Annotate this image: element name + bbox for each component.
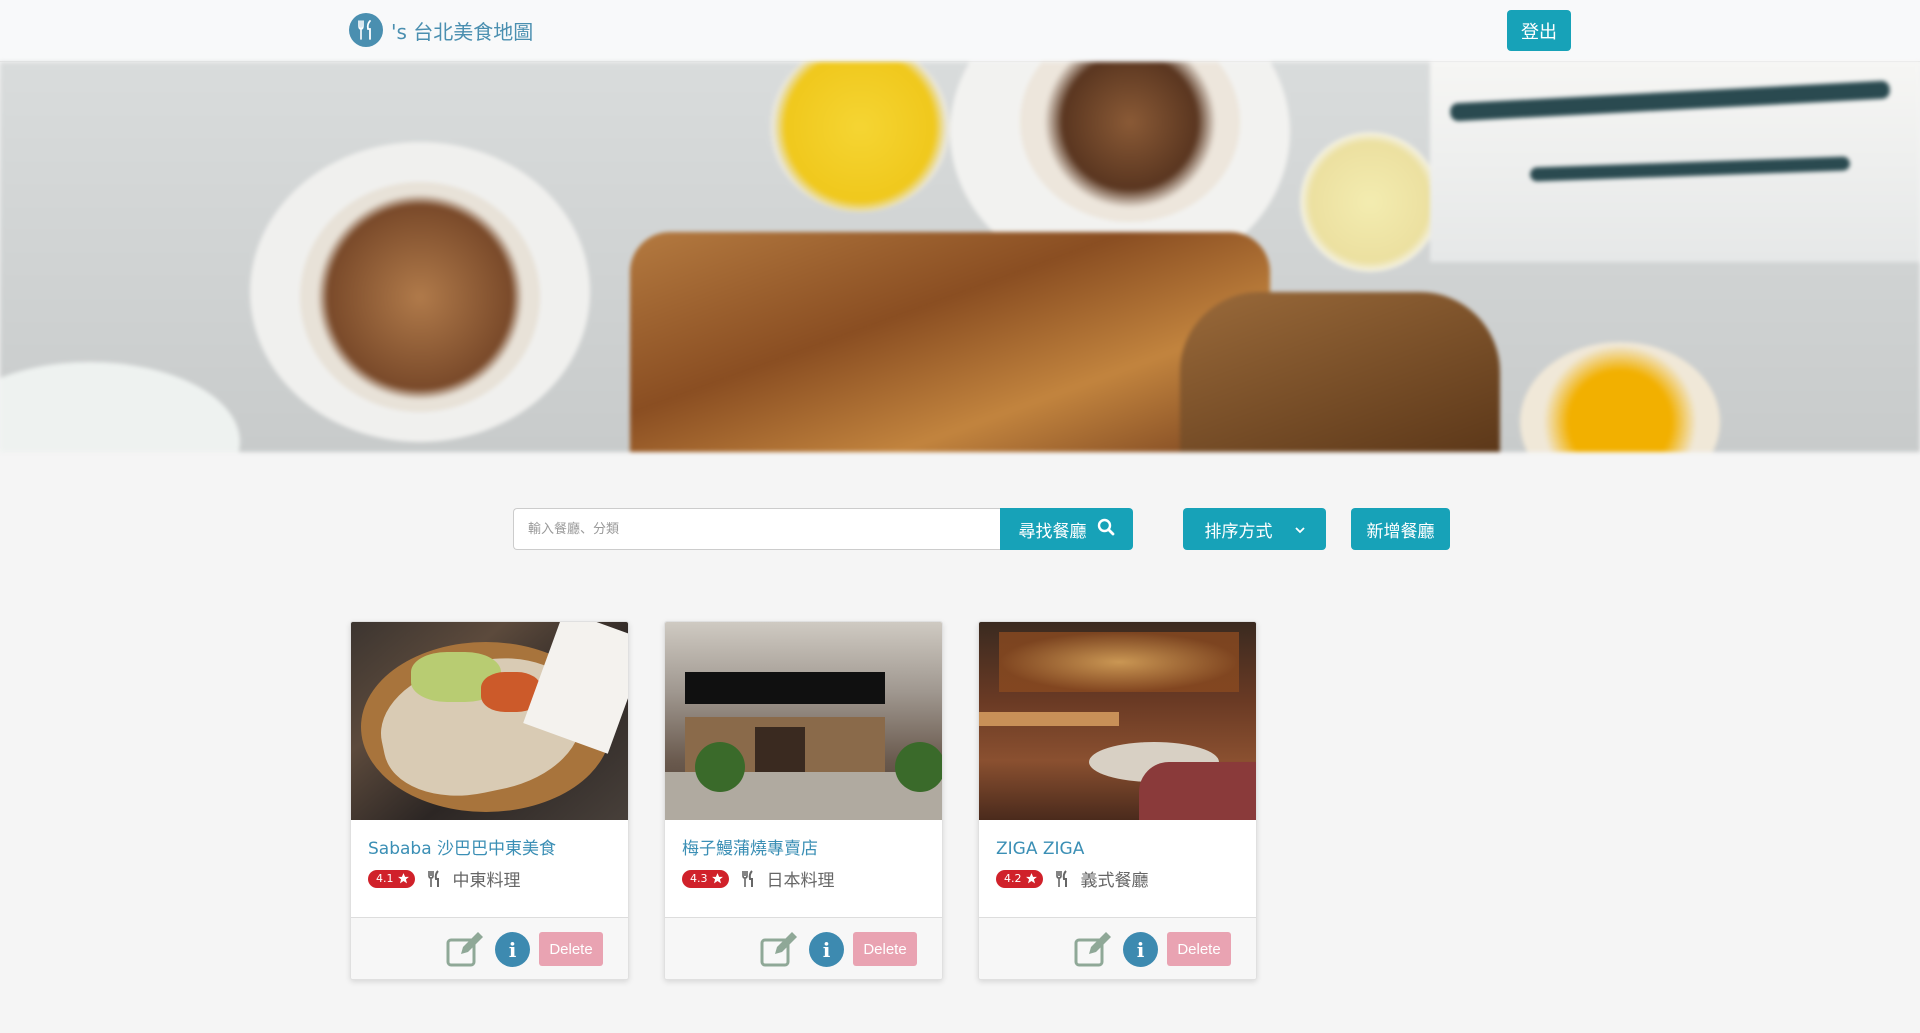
rating-badge: 4.1 (368, 869, 415, 888)
delete-button[interactable]: Delete (1167, 932, 1231, 966)
card-footer: i Delete (979, 917, 1256, 979)
rating-badge: 4.3 (682, 869, 729, 888)
restaurant-name[interactable]: 梅子鰻蒲燒專賣店 (682, 838, 925, 860)
brand-title: 's 台北美食地圖 (391, 19, 534, 44)
card-footer: i Delete (351, 917, 628, 979)
edit-icon[interactable] (445, 930, 485, 972)
restaurant-image[interactable] (979, 622, 1256, 820)
star-icon (711, 873, 723, 884)
restaurant-card: 梅子鰻蒲燒專賣店 4.3 日本料理 i Delete (664, 621, 943, 980)
rating-value: 4.1 (376, 872, 394, 885)
card-footer: i Delete (665, 917, 942, 979)
info-icon[interactable]: i (809, 932, 844, 967)
delete-button[interactable]: Delete (853, 932, 917, 966)
restaurant-card: ZIGA ZIGA 4.2 義式餐廳 i Delete (978, 621, 1257, 980)
chevron-down-icon (1294, 519, 1305, 539)
category-label: 義式餐廳 (1080, 871, 1149, 891)
rating-value: 4.3 (690, 872, 708, 885)
category-label: 日本料理 (766, 871, 835, 891)
search-form: 尋找餐廳 (513, 508, 1133, 550)
star-icon (397, 873, 409, 884)
logout-button[interactable]: 登出 (1507, 10, 1571, 51)
utensils-icon (741, 869, 755, 888)
add-restaurant-button[interactable]: 新增餐廳 (1351, 508, 1450, 550)
edit-icon[interactable] (759, 930, 799, 972)
info-icon[interactable]: i (495, 932, 530, 967)
info-icon[interactable]: i (1123, 932, 1158, 967)
utensils-icon (427, 869, 441, 888)
edit-icon[interactable] (1073, 930, 1113, 972)
delete-button[interactable]: Delete (539, 932, 603, 966)
brand-link[interactable]: 's 台北美食地圖 (349, 13, 533, 47)
card-body: 梅子鰻蒲燒專賣店 4.3 日本料理 (665, 820, 942, 917)
card-body: Sababa 沙巴巴中東美食 4.1 中東料理 (351, 820, 628, 917)
sort-dropdown[interactable]: 排序方式 (1183, 508, 1326, 550)
star-icon (1025, 873, 1037, 884)
search-button[interactable]: 尋找餐廳 (1000, 508, 1133, 550)
search-button-label: 尋找餐廳 (1018, 521, 1087, 542)
utensils-icon (1055, 869, 1069, 888)
restaurant-name[interactable]: Sababa 沙巴巴中東美食 (368, 838, 611, 860)
navbar: 's 台北美食地圖 登出 (0, 0, 1920, 62)
category-label: 中東料理 (452, 871, 521, 891)
search-icon (1097, 518, 1115, 541)
card-body: ZIGA ZIGA 4.2 義式餐廳 (979, 820, 1256, 917)
restaurant-image[interactable] (351, 622, 628, 820)
restaurant-image[interactable] (665, 622, 942, 820)
restaurant-card: Sababa 沙巴巴中東美食 4.1 中東料理 i Delete (350, 621, 629, 980)
utensils-logo-icon (349, 13, 383, 47)
restaurant-name[interactable]: ZIGA ZIGA (996, 838, 1239, 860)
rating-value: 4.2 (1004, 872, 1022, 885)
search-input[interactable] (513, 508, 1000, 550)
hero-banner-image (0, 62, 1920, 452)
sort-label: 排序方式 (1204, 521, 1273, 542)
rating-badge: 4.2 (996, 869, 1043, 888)
